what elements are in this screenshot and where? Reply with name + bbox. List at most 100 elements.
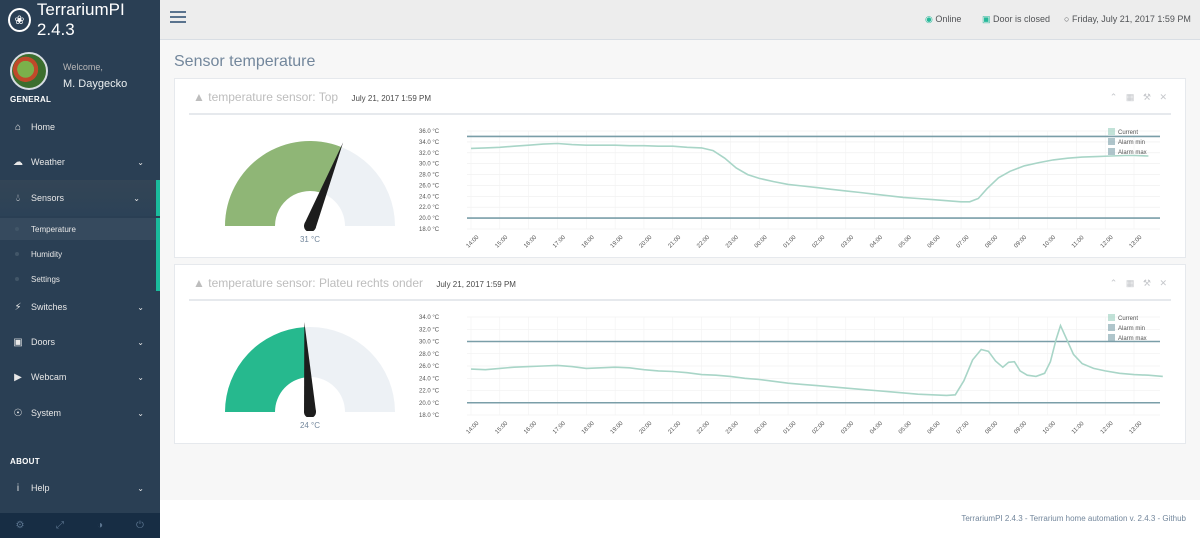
door-status: ▣ Door is closed	[982, 14, 1050, 25]
eye-slash-icon[interactable]: ◑	[80, 513, 120, 538]
x-tick-label: 22:00	[696, 234, 711, 249]
legend-label: Alarm max	[1118, 336, 1147, 342]
fullscreen-icon[interactable]: ⤢	[40, 513, 80, 538]
y-tick-label: 34.0 °C	[419, 140, 440, 146]
y-tick-label: 24.0 °C	[419, 376, 440, 382]
x-tick-label: 17:00	[552, 420, 567, 435]
legend-label: Current	[1118, 316, 1138, 322]
panel-timestamp: July 21, 2017 1:59 PM	[436, 280, 516, 289]
x-tick-label: 22:00	[696, 420, 711, 435]
submenu-item-temperature[interactable]: Temperature	[0, 218, 156, 240]
datetime-label: Friday, July 21, 2017 1:59 PM	[1071, 14, 1191, 24]
x-tick-label: 18:00	[581, 234, 596, 249]
sidebar-item-webcam[interactable]: ▶ Webcam ⌄	[0, 364, 160, 390]
sidebar-item-label: Home	[31, 122, 56, 132]
panel-title: ▲ temperature sensor: Top July 21, 2017 …	[193, 90, 431, 104]
y-tick-label: 24.0 °C	[419, 194, 440, 200]
collapse-icon[interactable]: ⌃	[1110, 278, 1118, 288]
wrench-icon[interactable]: ⚒	[1143, 278, 1151, 288]
door-label: Door is closed	[993, 14, 1051, 24]
y-tick-label: 26.0 °C	[419, 183, 440, 189]
legend-swatch	[1108, 148, 1115, 155]
x-tick-label: 15:00	[494, 420, 509, 435]
bullet-icon	[15, 227, 19, 231]
legend-swatch	[1108, 314, 1115, 321]
bullet-icon	[15, 252, 19, 256]
brand[interactable]: ❀ TerrariumPI 2.4.3	[0, 0, 160, 40]
y-tick-label: 32.0 °C	[419, 327, 440, 333]
x-tick-label: 06:00	[927, 420, 942, 435]
y-tick-label: 18.0 °C	[419, 227, 440, 233]
x-tick-label: 09:00	[1013, 234, 1028, 249]
x-tick-label: 00:00	[754, 420, 769, 435]
x-tick-label: 17:00	[552, 234, 567, 249]
sidebar-item-doors[interactable]: ▣ Doors ⌄	[0, 329, 160, 355]
submenu-item-label: Settings	[31, 274, 60, 284]
x-tick-label: 11:00	[1071, 234, 1086, 249]
y-tick-label: 26.0 °C	[419, 364, 440, 370]
chevron-down-icon: ⌄	[137, 483, 144, 493]
sidebar-item-help[interactable]: i Help ⌄	[0, 475, 160, 501]
menu-toggle-icon[interactable]	[170, 11, 186, 25]
top-nav: ◉ Online ▣ Door is closed ○ Friday, July…	[160, 0, 1200, 40]
x-tick-label: 09:00	[1013, 420, 1028, 435]
close-icon[interactable]: ✕	[1159, 278, 1167, 288]
sidebar-item-label: Help	[31, 483, 50, 493]
sidebar-item-label: System	[31, 408, 62, 418]
sensor-panel: ▲ temperature sensor: Top July 21, 2017 …	[174, 78, 1186, 258]
sidebar-item-switches[interactable]: ⚡︎ Switches ⌄	[0, 294, 160, 320]
sidebar-item-weather[interactable]: ☁ Weather ⌄	[0, 149, 160, 175]
y-tick-label: 28.0 °C	[419, 352, 440, 358]
submenu-item-settings[interactable]: Settings	[0, 268, 156, 290]
panel-tools: ⌃ ▦ ⚒ ✕	[1104, 92, 1167, 103]
x-tick-label: 04:00	[869, 234, 884, 249]
submenu-item-humidity[interactable]: Humidity	[0, 243, 156, 265]
x-tick-label: 14:00	[466, 234, 481, 249]
avatar	[10, 52, 48, 90]
x-tick-label: 14:00	[466, 420, 481, 435]
x-tick-label: 02:00	[811, 420, 826, 435]
y-tick-label: 20.0 °C	[419, 216, 440, 222]
wrench-icon[interactable]: ⚒	[1143, 92, 1151, 102]
temperature-chart: 34.0 °C 32.0 °C 30.0 °C 28.0 °C 26.0 °C 24.0 …	[419, 314, 1163, 435]
sidebar-item-system[interactable]: ☉ System ⌄	[0, 400, 160, 426]
sensors-submenu: Temperature Humidity Settings	[0, 218, 160, 291]
gear-icon[interactable]: ⚙	[0, 513, 40, 538]
y-tick-label: 32.0 °C	[419, 151, 440, 157]
x-tick-label: 03:00	[840, 234, 855, 249]
gauge-fill	[225, 327, 308, 412]
submenu-item-label: Humidity	[31, 249, 63, 259]
submenu-item-label: Temperature	[31, 224, 76, 234]
x-tick-label: 00:00	[754, 234, 769, 249]
calendar-icon[interactable]: ▦	[1126, 278, 1135, 288]
gauge: 31 °C	[215, 131, 405, 251]
fire-icon: ▲	[193, 90, 205, 104]
sidebar-item-sensors[interactable]: 💧︎ Sensors ⌄	[0, 180, 160, 216]
chevron-down-icon: ⌄	[137, 372, 144, 382]
sensor-panel: ▲ temperature sensor: Plateu rechts onde…	[174, 264, 1186, 444]
calendar-icon[interactable]: ▦	[1126, 92, 1135, 102]
bolt-icon: ⚡︎	[14, 301, 22, 313]
x-tick-label: 21:00	[667, 420, 682, 435]
x-tick-label: 10:00	[1042, 420, 1057, 435]
footer-text[interactable]: TerrariumPI 2.4.3 - Terrarium home autom…	[961, 514, 1186, 523]
panel-title-text: temperature sensor: Top	[208, 90, 339, 104]
clock-icon: ○	[1064, 14, 1070, 24]
y-tick-label: 20.0 °C	[419, 401, 440, 407]
y-tick-label: 22.0 °C	[419, 205, 440, 211]
collapse-icon[interactable]: ⌃	[1110, 92, 1118, 102]
sidebar-item-label: Sensors	[31, 193, 65, 203]
power-icon[interactable]: ⏻	[120, 513, 160, 538]
x-tick-label: 19:00	[610, 234, 625, 249]
sidebar-item-home[interactable]: ⌂ Home	[0, 114, 160, 140]
x-tick-label: 07:00	[956, 420, 971, 435]
legend-swatch	[1108, 334, 1115, 341]
x-tick-label: 12:00	[1100, 420, 1115, 435]
sidebar-item-label: Webcam	[31, 372, 67, 382]
sidebar-footer: ⚙ ⤢ ◑ ⏻	[0, 513, 160, 538]
close-icon[interactable]: ✕	[1159, 92, 1167, 102]
camera-icon: ▶	[14, 371, 22, 383]
page-title: Sensor temperature	[174, 53, 316, 70]
legend-label: Alarm min	[1118, 140, 1145, 146]
y-tick-label: 36.0 °C	[419, 129, 440, 135]
